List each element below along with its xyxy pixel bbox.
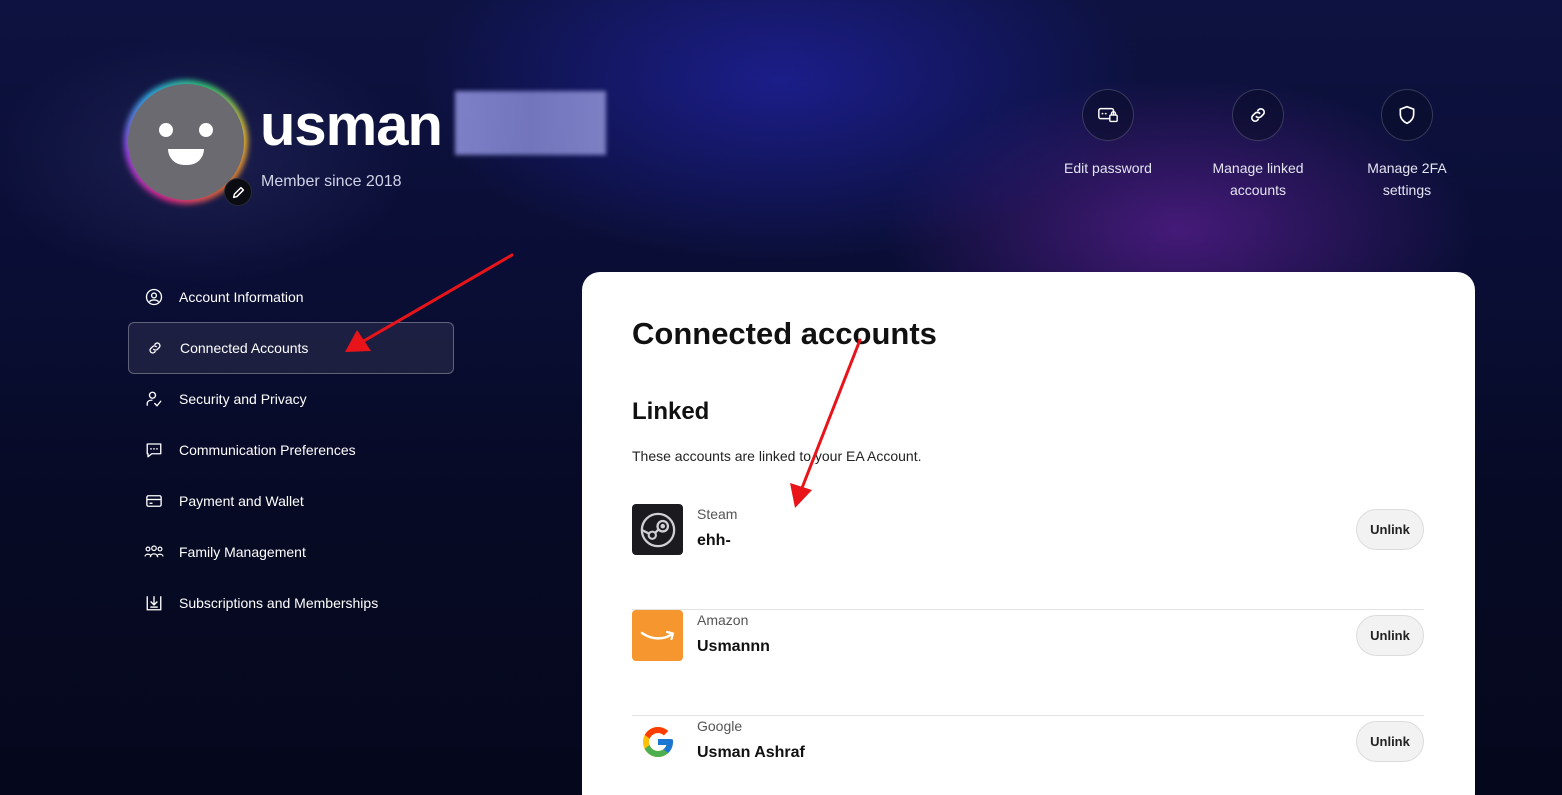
page-title: Connected accounts (632, 316, 937, 351)
unlink-google-button[interactable]: Unlink (1356, 721, 1424, 762)
account-provider: Google (697, 718, 743, 734)
username: usman (260, 93, 443, 158)
family-icon (144, 542, 164, 562)
manage-linked-accounts-button[interactable]: Manage linked accounts (1188, 89, 1328, 201)
account-provider: Steam (697, 506, 738, 522)
sidebar-item-communication-preferences[interactable]: Communication Preferences (128, 424, 454, 476)
unlink-amazon-button[interactable]: Unlink (1356, 615, 1424, 656)
manage-2fa-label: Manage 2FA settings (1367, 160, 1447, 198)
account-username: ehh- (697, 532, 731, 549)
amazon-logo-icon (632, 610, 683, 661)
sidebar-item-label: Family Management (179, 544, 306, 560)
sidebar-item-label: Security and Privacy (179, 391, 307, 407)
account-username: Usmannn (697, 638, 770, 655)
sidebar-item-subscriptions-and-memberships[interactable]: Subscriptions and Memberships (128, 577, 454, 629)
google-logo-icon (632, 716, 683, 767)
account-username: Usman Ashraf (697, 744, 805, 761)
sidebar-item-account-information[interactable]: Account Information (128, 271, 454, 323)
list-item-amazon: Amazon Usmannn Unlink (632, 610, 1424, 716)
manage-linked-accounts-label: Manage linked accounts (1212, 160, 1304, 198)
password-lock-icon (1098, 107, 1118, 123)
manage-2fa-button[interactable]: Manage 2FA settings (1337, 89, 1477, 201)
sidebar-item-label: Account Information (179, 289, 304, 305)
member-since: Member since 2018 (261, 173, 402, 190)
steam-logo-icon (632, 504, 683, 555)
username-redaction-blur (455, 91, 606, 155)
sidebar-item-connected-accounts[interactable]: Connected Accounts (128, 322, 454, 374)
smiley-face-icon (151, 117, 221, 167)
user-circle-icon (144, 287, 164, 307)
account-sidebar: Account Information Connected Accounts S… (128, 271, 454, 628)
sidebar-item-label: Subscriptions and Memberships (179, 595, 379, 611)
list-item-steam: Steam ehh- Unlink (632, 504, 1424, 610)
connected-accounts-card: Connected accounts Linked These accounts… (582, 272, 1475, 795)
sidebar-item-label: Connected Accounts (180, 340, 309, 356)
edit-password-button[interactable]: Edit password (1038, 89, 1178, 179)
sidebar-item-label: Payment and Wallet (179, 493, 304, 509)
edit-avatar-button[interactable] (224, 178, 252, 206)
sidebar-item-payment-and-wallet[interactable]: Payment and Wallet (128, 475, 454, 527)
list-item-google: Google Usman Ashraf Unlink (632, 716, 1424, 795)
user-check-icon (144, 389, 164, 409)
link-icon (1251, 108, 1265, 122)
linked-section-title: Linked (632, 398, 710, 425)
download-box-icon (144, 593, 164, 613)
sidebar-item-security-and-privacy[interactable]: Security and Privacy (128, 373, 454, 425)
linked-section-description: These accounts are linked to your EA Acc… (632, 448, 922, 464)
wallet-icon (144, 491, 164, 511)
edit-password-label: Edit password (1064, 160, 1152, 176)
link-icon (145, 338, 165, 358)
sidebar-item-family-management[interactable]: Family Management (128, 526, 454, 578)
unlink-steam-button[interactable]: Unlink (1356, 509, 1424, 550)
pencil-icon (232, 186, 244, 198)
account-provider: Amazon (697, 612, 749, 628)
sidebar-item-label: Communication Preferences (179, 442, 356, 458)
chat-icon (144, 440, 164, 460)
shield-icon (1399, 105, 1415, 125)
avatar[interactable] (124, 80, 252, 206)
